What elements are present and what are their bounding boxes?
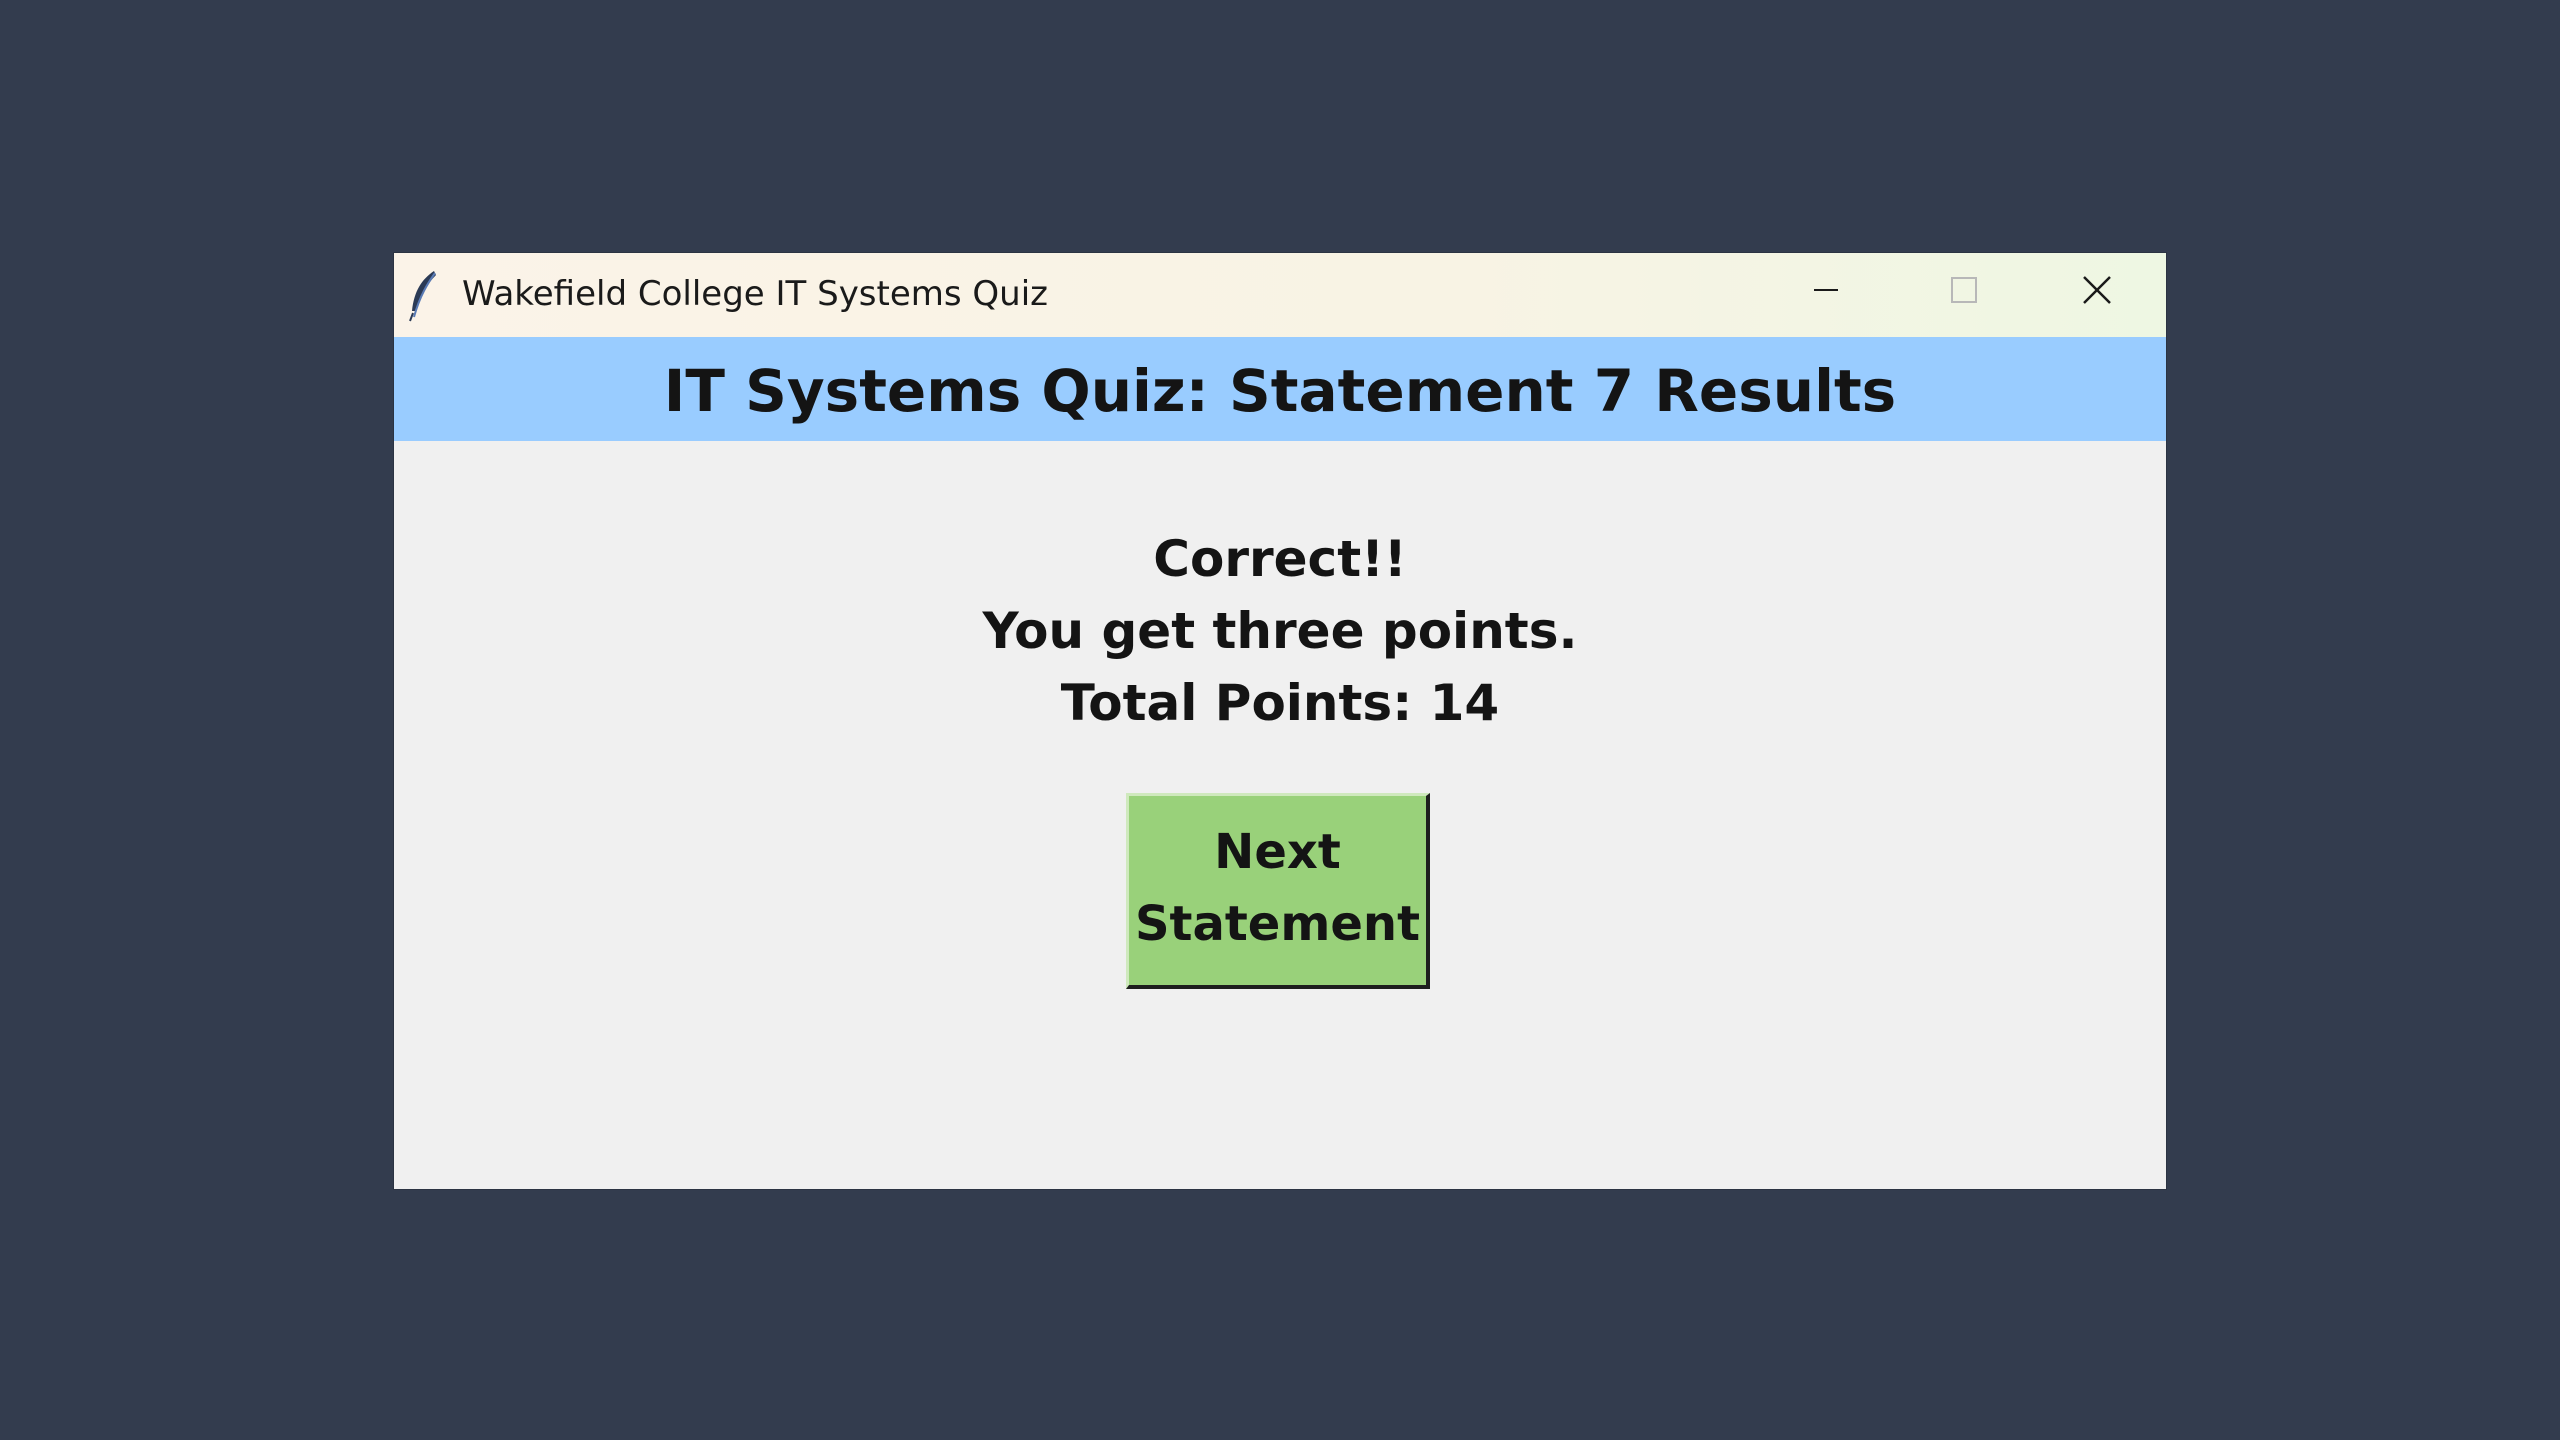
window-title: Wakefield College IT Systems Quiz xyxy=(462,274,1049,314)
next-statement-button[interactable]: Next Statement xyxy=(1126,793,1430,989)
results-header: IT Systems Quiz: Statement 7 Results xyxy=(394,337,2166,441)
page-title: IT Systems Quiz: Statement 7 Results xyxy=(663,357,1897,425)
close-button[interactable] xyxy=(2030,253,2166,337)
maximize-button[interactable] xyxy=(1894,253,2030,337)
result-status: Correct!! xyxy=(1153,530,1407,588)
minimize-button[interactable] xyxy=(1758,253,1894,337)
close-icon xyxy=(2083,276,2111,304)
title-bar[interactable]: Wakefield College IT Systems Quiz xyxy=(394,253,2166,337)
minimize-icon xyxy=(1814,289,1838,291)
maximize-icon xyxy=(1951,277,1977,303)
next-button-label-line2: Statement xyxy=(1134,896,1421,952)
next-button-label-line1: Next xyxy=(1214,824,1341,880)
quiz-window: Wakefield College IT Systems Quiz IT Sys… xyxy=(394,253,2166,1189)
total-points: Total Points: 14 xyxy=(1060,674,1500,732)
feather-icon xyxy=(404,265,444,325)
points-message: You get three points. xyxy=(982,602,1578,660)
result-panel: Correct!! You get three points. Total Po… xyxy=(394,523,2166,739)
